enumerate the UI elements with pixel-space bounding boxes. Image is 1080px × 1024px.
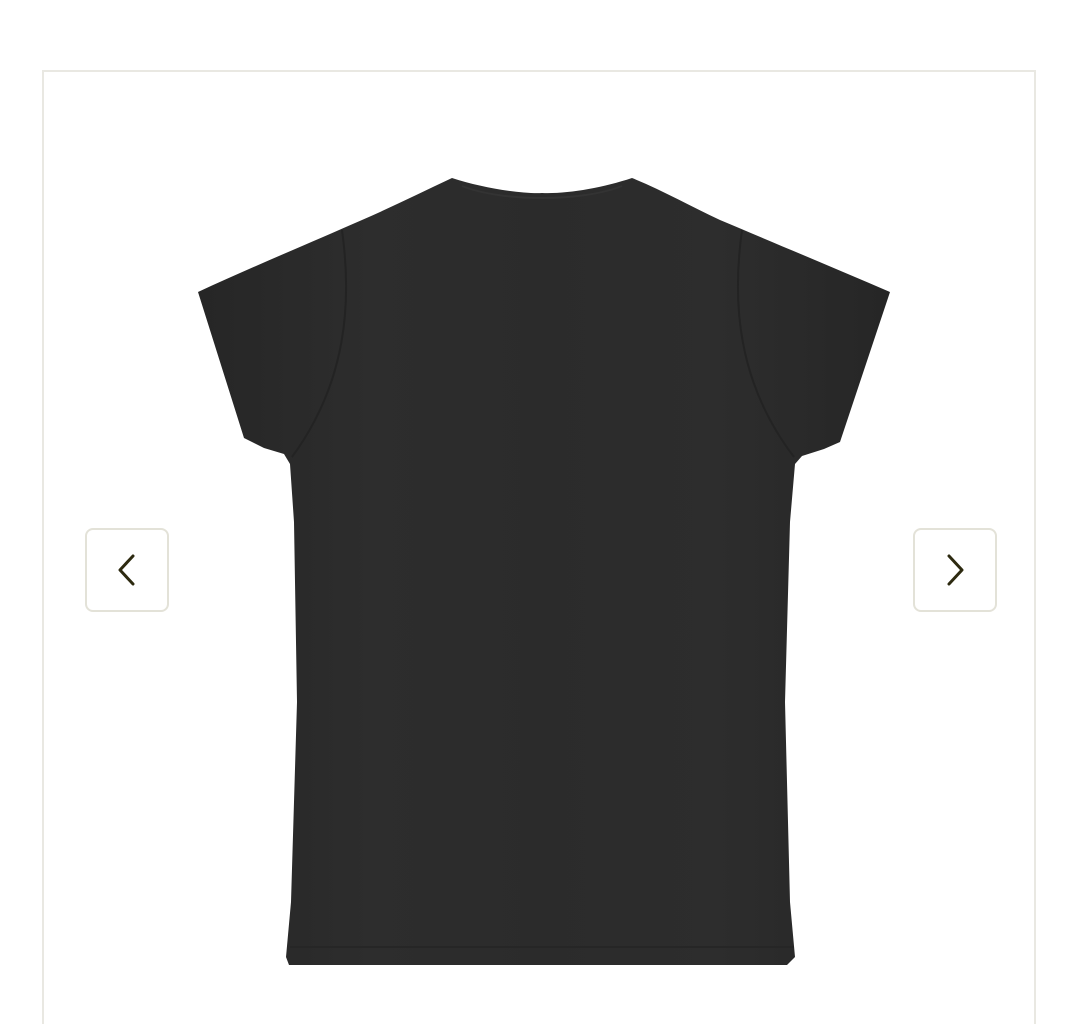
tshirt-back-image (198, 178, 890, 965)
next-image-button[interactable] (913, 528, 997, 612)
chevron-right-icon (947, 554, 964, 586)
previous-image-button[interactable] (85, 528, 169, 612)
tshirt-body (198, 178, 890, 965)
product-page (0, 0, 1080, 1024)
product-gallery (42, 70, 1036, 1024)
chevron-left-icon (118, 554, 135, 586)
